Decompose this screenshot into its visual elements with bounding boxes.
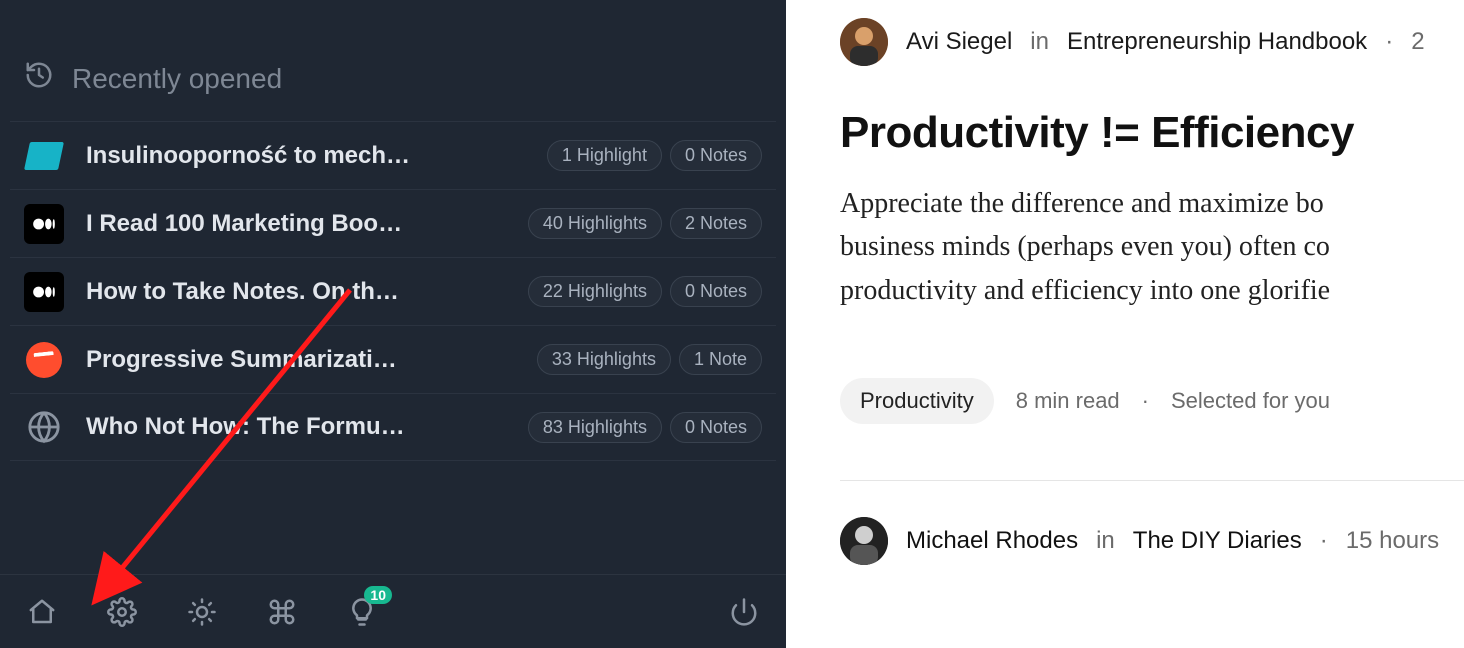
article-title: Productivity != Efficiency	[840, 108, 1464, 158]
settings-button[interactable]	[102, 592, 142, 632]
publication-name: The DIY Diaries	[1133, 527, 1302, 555]
note-count: 0 Notes	[670, 140, 762, 171]
recent-item[interactable]: How to Take Notes. On th… 22 Highlights …	[10, 257, 776, 325]
note-count: 1 Note	[679, 344, 762, 375]
highlight-count: 1 Highlight	[547, 140, 662, 171]
item-stats: 40 Highlights 2 Notes	[528, 208, 762, 239]
item-stats: 22 Highlights 0 Notes	[528, 276, 762, 307]
item-title: I Read 100 Marketing Boo…	[86, 210, 528, 238]
recent-item[interactable]: Who Not How: The Formu… 83 Highlights 0 …	[10, 393, 776, 461]
author-name: Avi Siegel	[906, 28, 1012, 56]
recent-list: Insulinooporność to mech… 1 Highlight 0 …	[0, 121, 786, 461]
recently-opened-header: Recently opened	[0, 0, 786, 121]
meta-dot: ·	[1142, 388, 1149, 414]
read-time: 8 min read	[1016, 388, 1120, 414]
item-stats: 1 Highlight 0 Notes	[547, 140, 762, 171]
next-article-byline[interactable]: Michael Rhodes in The DIY Diaries · 15 h…	[840, 517, 1464, 565]
article-pane: Avi Siegel in Entrepreneurship Handbook …	[786, 0, 1464, 648]
home-button[interactable]	[22, 592, 62, 632]
article-meta: Productivity 8 min read · Selected for y…	[840, 378, 1464, 424]
note-count: 0 Notes	[670, 412, 762, 443]
article-byline[interactable]: Avi Siegel in Entrepreneurship Handbook …	[840, 18, 1464, 66]
ideas-button[interactable]: 10	[342, 592, 382, 632]
source-icon	[24, 136, 64, 176]
power-button[interactable]	[724, 592, 764, 632]
item-title: Insulinooporność to mech…	[86, 142, 547, 170]
author-avatar	[840, 517, 888, 565]
history-icon	[24, 60, 54, 97]
time-dot: ·	[1385, 28, 1393, 56]
article-tag[interactable]: Productivity	[840, 378, 994, 424]
author-avatar	[840, 18, 888, 66]
highlight-count: 33 Highlights	[537, 344, 671, 375]
source-icon-medium	[24, 204, 64, 244]
byline-connector: in	[1030, 28, 1049, 56]
section-title: Recently opened	[72, 63, 282, 95]
source-icon-globe	[24, 407, 64, 447]
note-count: 2 Notes	[670, 208, 762, 239]
publication-name: Entrepreneurship Handbook	[1067, 28, 1367, 56]
highlight-count: 40 Highlights	[528, 208, 662, 239]
byline-connector: in	[1096, 527, 1115, 555]
item-title: Progressive Summarizati…	[86, 346, 537, 374]
command-button[interactable]	[262, 592, 302, 632]
article-divider	[840, 480, 1464, 481]
item-stats: 83 Highlights 0 Notes	[528, 412, 762, 443]
theme-button[interactable]	[182, 592, 222, 632]
recent-item[interactable]: Insulinooporność to mech… 1 Highlight 0 …	[10, 121, 776, 189]
recent-item[interactable]: I Read 100 Marketing Boo… 40 Highlights …	[10, 189, 776, 257]
selected-label: Selected for you	[1171, 388, 1330, 414]
highlight-count: 83 Highlights	[528, 412, 662, 443]
note-count: 0 Notes	[670, 276, 762, 307]
highlight-count: 22 Highlights	[528, 276, 662, 307]
item-title: Who Not How: The Formu…	[86, 413, 528, 441]
source-icon	[24, 340, 64, 380]
item-title: How to Take Notes. On th…	[86, 278, 528, 306]
sidebar-panel: Recently opened Insulinooporność to mech…	[0, 0, 786, 648]
time-dot: ·	[1320, 527, 1328, 555]
source-icon-medium	[24, 272, 64, 312]
item-stats: 33 Highlights 1 Note	[537, 344, 762, 375]
time-label: 15 hours	[1346, 527, 1439, 555]
article-excerpt: Appreciate the difference and maximize b…	[840, 182, 1464, 312]
time-partial: 2	[1411, 28, 1424, 56]
bottom-toolbar: 10	[0, 574, 786, 648]
ideas-badge: 10	[364, 586, 392, 604]
recent-item[interactable]: Progressive Summarizati… 33 Highlights 1…	[10, 325, 776, 393]
author-name: Michael Rhodes	[906, 527, 1078, 555]
